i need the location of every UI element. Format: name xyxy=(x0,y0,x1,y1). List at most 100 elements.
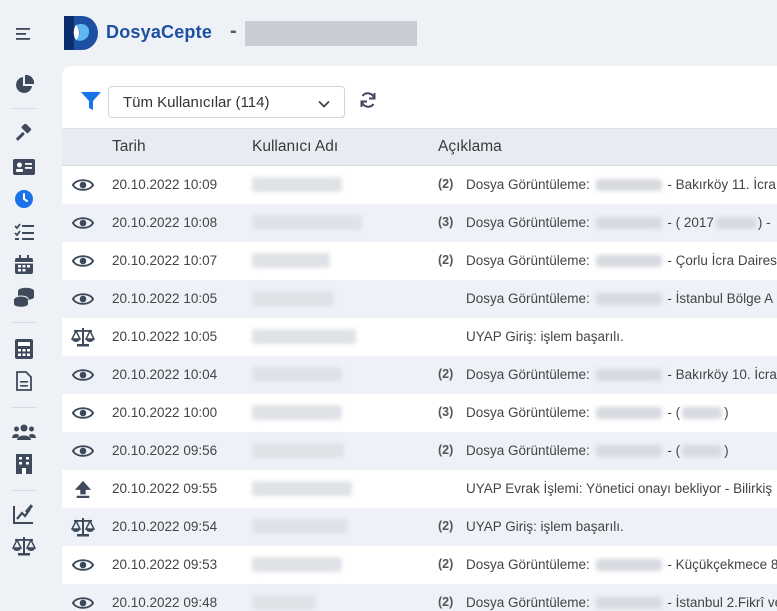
row-description: Dosya Görüntüleme: xyxy=(466,443,590,458)
user-filter-select[interactable]: Tüm Kullanıcılar (114) xyxy=(108,86,345,118)
row-description: UYAP Giriş: işlem başarılı. xyxy=(466,329,624,344)
table-row[interactable]: 20.10.2022 10:05 UYAP Giriş: işlem başarı… xyxy=(62,318,777,356)
redacted-username xyxy=(252,481,352,496)
redacted-file-number xyxy=(595,369,662,382)
row-description-tail: ) xyxy=(724,405,729,420)
table-row[interactable]: 20.10.2022 09:55 UYAP Evrak İşlemi: Yönet… xyxy=(62,470,777,508)
row-description-cell: Dosya Görüntüleme: - () xyxy=(466,443,729,458)
redacted-username xyxy=(252,215,362,230)
redacted-file-number xyxy=(595,559,662,572)
row-date: 20.10.2022 10:05 xyxy=(112,291,218,306)
filter-icon[interactable] xyxy=(80,90,102,112)
row-description-cell: UYAP Giriş: işlem başarılı. xyxy=(466,519,624,534)
table-row[interactable]: 20.10.2022 10:09 (2) Dosya Görüntüleme: - … xyxy=(62,166,777,204)
row-count: (2) xyxy=(438,595,454,609)
row-description-cell: UYAP Evrak İşlemi: Yönetici onayı bekliy… xyxy=(466,481,772,496)
eye-icon[interactable] xyxy=(71,363,95,387)
table-row[interactable]: 20.10.2022 10:00 (3) Dosya Görüntüleme: - … xyxy=(62,394,777,432)
table-row[interactable]: 20.10.2022 09:48 (2) Dosya Görüntüleme: - … xyxy=(62,584,777,611)
table-row[interactable]: 20.10.2022 09:56 (2) Dosya Görüntüleme: - … xyxy=(62,432,777,470)
task-list-icon[interactable] xyxy=(12,220,36,244)
eye-icon[interactable] xyxy=(71,287,95,311)
row-description-cell: Dosya Görüntüleme: - Bakırköy 11. İcra xyxy=(466,177,776,192)
redacted-username xyxy=(252,557,342,572)
row-count: (3) xyxy=(438,405,454,419)
column-header-date[interactable]: Tarih xyxy=(112,138,146,156)
upload-icon[interactable] xyxy=(71,477,95,501)
row-count: (3) xyxy=(438,215,454,229)
row-description-cell: UYAP Giriş: işlem başarılı. xyxy=(466,329,624,344)
row-date: 20.10.2022 09:48 xyxy=(112,595,218,610)
row-description-detail: - ( xyxy=(667,443,681,458)
column-header-user[interactable]: Kullanıcı Adı xyxy=(252,138,338,156)
eye-icon[interactable] xyxy=(71,401,95,425)
redacted-username xyxy=(252,177,342,192)
row-date: 20.10.2022 09:55 xyxy=(112,481,218,496)
sidebar-divider xyxy=(11,490,37,491)
table-row[interactable]: 20.10.2022 09:54 (2) UYAP Giriş: işlem baş… xyxy=(62,508,777,546)
row-description: Dosya Görüntüleme: xyxy=(466,595,590,610)
row-count: (2) xyxy=(438,177,454,191)
row-count: (2) xyxy=(438,443,454,457)
row-description: Dosya Görüntüleme: xyxy=(466,177,590,192)
column-header-description[interactable]: Açıklama xyxy=(438,138,502,156)
refresh-icon[interactable] xyxy=(359,91,377,109)
scale-icon[interactable] xyxy=(71,325,95,349)
row-description-detail: - ( 2017 xyxy=(667,215,714,230)
row-description: UYAP Giriş: işlem başarılı. xyxy=(466,519,624,534)
row-description-detail: - Bakırköy 11. İcra xyxy=(667,177,776,192)
eye-icon[interactable] xyxy=(71,591,95,611)
calendar-icon[interactable] xyxy=(12,253,36,277)
table-row[interactable]: 20.10.2022 09:53 (2) Dosya Görüntüleme: - … xyxy=(62,546,777,584)
row-description: Dosya Görüntüleme: xyxy=(466,367,590,382)
redacted-username xyxy=(252,367,342,382)
users-icon[interactable] xyxy=(12,420,36,444)
activity-log-panel: Tüm Kullanıcılar (114) Tarih Kullanıcı A… xyxy=(62,66,777,611)
row-date: 20.10.2022 10:00 xyxy=(112,405,218,420)
gavel-icon[interactable] xyxy=(12,122,36,146)
eye-icon[interactable] xyxy=(71,439,95,463)
table-row[interactable]: 20.10.2022 10:05 Dosya Görüntüleme: - İst… xyxy=(62,280,777,318)
redacted-username xyxy=(252,405,342,420)
report-icon[interactable] xyxy=(12,502,36,526)
row-description-cell: Dosya Görüntüleme: - () xyxy=(466,405,729,420)
row-count: (2) xyxy=(438,519,454,533)
id-card-icon[interactable] xyxy=(12,155,36,179)
row-description-cell: Dosya Görüntüleme: - Bakırköy 10. İcra xyxy=(466,367,777,382)
redacted-file-number xyxy=(595,293,662,306)
redacted-file-number xyxy=(595,217,662,230)
coins-icon[interactable] xyxy=(12,285,36,309)
eye-icon[interactable] xyxy=(71,173,95,197)
redacted-file-number xyxy=(595,179,662,192)
redacted-username xyxy=(252,291,334,306)
row-description-detail: - Bakırköy 10. İcra xyxy=(667,367,777,382)
table-row[interactable]: 20.10.2022 10:08 (3) Dosya Görüntüleme: - … xyxy=(62,204,777,242)
row-date: 20.10.2022 09:53 xyxy=(112,557,218,572)
clock-icon[interactable] xyxy=(12,187,36,211)
sidebar-divider xyxy=(11,322,37,323)
menu-icon[interactable] xyxy=(12,22,36,46)
row-description: Dosya Görüntüleme: xyxy=(466,405,590,420)
row-date: 20.10.2022 09:56 xyxy=(112,443,218,458)
row-count: (2) xyxy=(438,253,454,267)
redacted-username xyxy=(252,253,330,268)
row-description: Dosya Görüntüleme: xyxy=(466,253,590,268)
document-icon[interactable] xyxy=(12,369,36,393)
building-icon[interactable] xyxy=(12,452,36,476)
row-description-detail: - Küçükçekmece 8. xyxy=(667,557,777,572)
chart-pie-icon[interactable] xyxy=(12,73,36,97)
scale-icon[interactable] xyxy=(12,534,36,558)
table-row[interactable]: 20.10.2022 10:07 (2) Dosya Görüntüleme: - … xyxy=(62,242,777,280)
redacted-file-number xyxy=(715,217,756,230)
redacted-office-name xyxy=(245,21,417,46)
redacted-file-number xyxy=(595,445,662,458)
eye-icon[interactable] xyxy=(71,249,95,273)
row-description-cell: Dosya Görüntüleme: - Çorlu İcra Dairesi xyxy=(466,253,777,268)
calculator-icon[interactable] xyxy=(12,337,36,361)
eye-icon[interactable] xyxy=(71,553,95,577)
dosyacepte-logo[interactable] xyxy=(62,14,98,52)
eye-icon[interactable] xyxy=(71,211,95,235)
redacted-username xyxy=(252,595,316,610)
scale-icon[interactable] xyxy=(71,515,95,539)
table-row[interactable]: 20.10.2022 10:04 (2) Dosya Görüntüleme: - … xyxy=(62,356,777,394)
